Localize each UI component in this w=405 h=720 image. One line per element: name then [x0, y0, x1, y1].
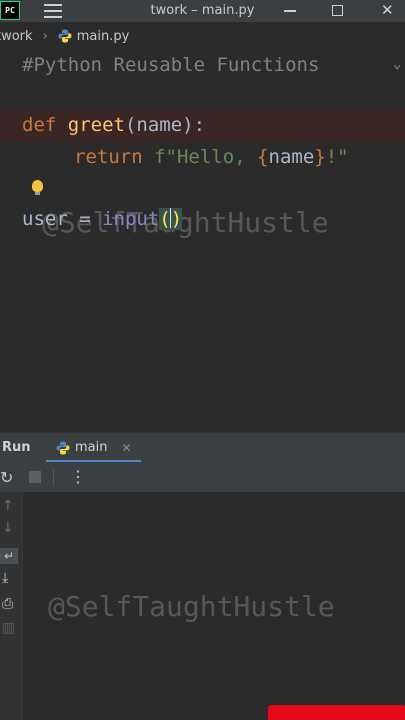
code-editor[interactable]: #Python Reusable Functions ⌄ def greet(n… [0, 46, 405, 432]
run-toolbar: ↻ ⋮ [0, 462, 405, 493]
arrow-up-icon[interactable]: ↑ [2, 498, 14, 514]
run-side-toolbar: ↑ ↓ ↵ ⤓ ⎙ ▥ [0, 492, 23, 720]
run-panel-title: Run [2, 440, 31, 455]
more-options-icon[interactable]: ⋮ [70, 467, 86, 486]
arrow-down-icon[interactable]: ↓ [2, 520, 14, 536]
python-file-icon [58, 29, 72, 43]
print-icon[interactable]: ⎙ [2, 596, 13, 612]
trash-icon[interactable]: ▥ [2, 620, 15, 636]
assign-lhs: user = [22, 208, 103, 230]
breadcrumb-file[interactable]: main.py [77, 29, 130, 44]
fstring-brace-open: { [257, 146, 269, 168]
rerun-icon[interactable]: ↻ [0, 468, 13, 487]
window-title: twork – main.py [150, 3, 255, 18]
function-params: (name): [124, 114, 206, 136]
toolbar-divider [53, 468, 54, 486]
builtin-input: input [102, 208, 160, 230]
soft-wrap-icon[interactable]: ↵ [0, 548, 18, 564]
chevron-down-icon[interactable]: ⌄ [393, 56, 401, 72]
keyword-return: return [74, 146, 143, 168]
breadcrumb-project[interactable]: twork [0, 29, 33, 44]
fstring-brace-close: } [314, 146, 326, 168]
fstring-prefix: f"Hello, [154, 146, 258, 168]
code-comment: #Python Reusable Functions [22, 54, 320, 76]
chevron-right-icon: › [42, 28, 48, 44]
python-run-icon [56, 441, 70, 454]
run-panel-header: Run main ✕ [0, 432, 405, 463]
tab-close-icon[interactable]: ✕ [121, 441, 131, 455]
function-name: greet [67, 114, 125, 136]
minimize-icon[interactable] [284, 10, 296, 12]
watermark-bottom: @SelfTaughtHustle [48, 590, 335, 623]
scroll-to-end-icon[interactable]: ⤓ [2, 570, 8, 586]
lightbulb-icon[interactable] [32, 180, 43, 195]
fstring-var: name [268, 146, 315, 168]
close-icon[interactable]: ✕ [381, 1, 394, 19]
subscribe-banner[interactable] [268, 705, 405, 720]
title-bar: PC twork – main.py ✕ [0, 0, 405, 22]
code-line-return: return f"Hello, {name}!" [74, 146, 349, 168]
keyword-def: def [22, 114, 57, 136]
run-tab-label: main [75, 440, 108, 455]
code-line-input: user = input() [22, 208, 183, 230]
code-line-def: def greet(name): [22, 114, 205, 136]
stop-icon[interactable] [29, 471, 41, 483]
breadcrumb: twork › main.py [0, 26, 405, 46]
maximize-icon[interactable] [332, 5, 343, 16]
paren-close: ) [170, 208, 183, 230]
run-tab-main[interactable]: main ✕ [56, 440, 132, 455]
fstring-suffix: !" [325, 146, 349, 168]
